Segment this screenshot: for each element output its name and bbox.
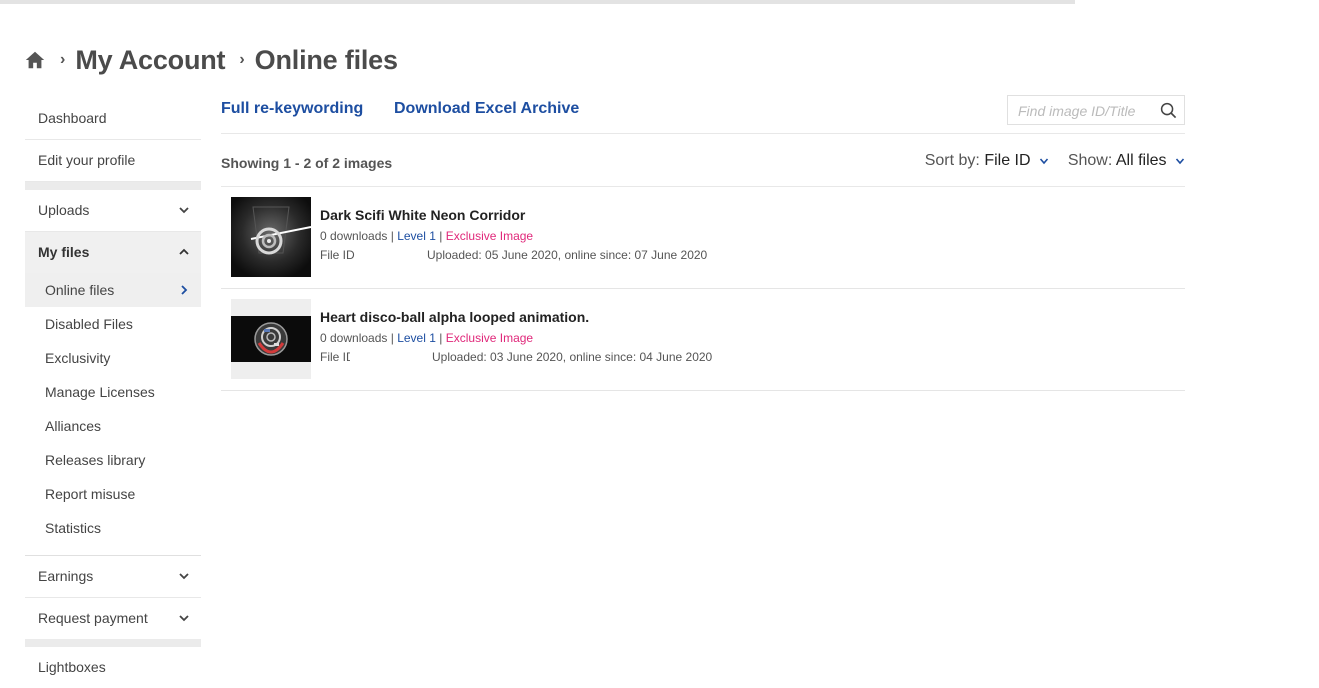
chevron-right-icon: ›	[60, 51, 66, 68]
exclusive-badge: Exclusive Image	[445, 229, 534, 243]
exclusive-badge: Exclusive Image	[445, 331, 534, 345]
sidebar-item-label: Online files	[45, 282, 115, 298]
breadcrumb: › My Account › Online files	[24, 44, 398, 76]
separator: |	[439, 229, 443, 243]
file-id-label: File ID	[320, 248, 355, 262]
sidebar-item-label: My files	[38, 244, 90, 260]
sidebar-subitem-releases-library[interactable]: Releases library	[25, 443, 201, 477]
page-progress-bar	[0, 0, 1319, 4]
sidebar-item-earnings[interactable]: Earnings	[25, 556, 201, 598]
upload-dates: Uploaded: 03 June 2020, online since: 04…	[432, 350, 713, 364]
sidebar-item-edit-profile[interactable]: Edit your profile	[25, 140, 201, 182]
sidebar-item-lightboxes[interactable]: Lightboxes	[25, 647, 201, 688]
search-box	[1007, 95, 1185, 125]
chevron-right-icon	[181, 285, 188, 295]
sidebar-subitem-disabled-files[interactable]: Disabled Files	[25, 307, 201, 341]
search-icon[interactable]	[1160, 102, 1177, 119]
sidebar-subitem-statistics[interactable]: Statistics	[25, 511, 201, 545]
chevron-down-icon	[179, 573, 189, 580]
full-rekeywording-link[interactable]: Full re-keywording	[221, 100, 363, 118]
sidebar-subitem-online-files[interactable]: Online files	[25, 273, 201, 307]
chevron-right-icon: ›	[239, 51, 245, 68]
sidebar-item-request-payment[interactable]: Request payment	[25, 598, 201, 639]
sort-label: Sort by:	[924, 152, 980, 169]
sidebar: Dashboard Edit your profile Uploads My f…	[25, 98, 201, 688]
breadcrumb-my-account[interactable]: My Account	[75, 45, 225, 76]
separator: |	[390, 229, 394, 243]
sidebar-item-uploads[interactable]: Uploads	[25, 190, 201, 232]
show-label: Show:	[1067, 152, 1113, 169]
main-content: Full re-keywording Download Excel Archiv…	[221, 92, 1185, 391]
file-meta: 0 downloads | Level 1 | Exclusive Image	[320, 229, 533, 243]
sidebar-subitem-exclusivity[interactable]: Exclusivity	[25, 341, 201, 375]
file-meta: 0 downloads | Level 1 | Exclusive Image	[320, 331, 533, 345]
sidebar-item-label: Request payment	[38, 610, 148, 626]
chevron-down-icon	[1175, 158, 1185, 164]
search-input[interactable]	[1016, 101, 1155, 121]
show-dropdown[interactable]: Show: All files	[1068, 152, 1185, 170]
file-title[interactable]: Heart disco-ball alpha looped animation.	[320, 309, 589, 325]
level-link[interactable]: Level 1	[397, 331, 436, 345]
chevron-down-icon	[179, 207, 189, 214]
chevron-down-icon	[1039, 158, 1049, 164]
page-title: Online files	[254, 44, 398, 75]
download-count: 0 downloads	[320, 229, 388, 243]
file-thumbnail[interactable]	[231, 197, 311, 277]
separator: |	[390, 331, 394, 345]
sidebar-subitem-report-misuse[interactable]: Report misuse	[25, 477, 201, 511]
download-count: 0 downloads	[320, 331, 388, 345]
sidebar-item-dashboard[interactable]: Dashboard	[25, 98, 201, 140]
sidebar-divider	[25, 639, 201, 647]
list-item: Dark Scifi White Neon Corridor 0 downloa…	[221, 187, 1185, 289]
sort-value: File ID	[984, 152, 1031, 169]
download-excel-link[interactable]: Download Excel Archive	[394, 100, 579, 118]
chevron-down-icon	[179, 615, 189, 622]
sidebar-item-label: Uploads	[38, 202, 90, 218]
upload-dates: Uploaded: 05 June 2020, online since: 07…	[427, 248, 708, 262]
file-id-label: File ID	[320, 350, 350, 364]
sidebar-subitem-manage-licenses[interactable]: Manage Licenses	[25, 375, 201, 409]
show-value: All files	[1115, 152, 1167, 169]
list-item: Heart disco-ball alpha looped animation.…	[221, 289, 1185, 391]
sort-dropdown[interactable]: Sort by: File ID	[925, 152, 1049, 170]
level-link[interactable]: Level 1	[397, 229, 436, 243]
chevron-up-icon	[179, 248, 189, 255]
file-thumbnail[interactable]	[231, 299, 311, 379]
sidebar-item-label: Earnings	[38, 568, 94, 584]
separator: |	[439, 331, 443, 345]
sidebar-subitem-alliances[interactable]: Alliances	[25, 409, 201, 443]
toolbar: Full re-keywording Download Excel Archiv…	[221, 92, 1185, 134]
home-icon[interactable]	[24, 49, 46, 71]
result-count: Showing 1 - 2 of 2 images	[221, 155, 393, 171]
page-progress-fill	[0, 0, 1075, 4]
sidebar-divider	[25, 182, 201, 190]
sidebar-item-my-files[interactable]: My files	[25, 232, 201, 273]
file-title[interactable]: Dark Scifi White Neon Corridor	[320, 207, 525, 223]
list-header: Showing 1 - 2 of 2 images Sort by: File …	[221, 134, 1185, 187]
